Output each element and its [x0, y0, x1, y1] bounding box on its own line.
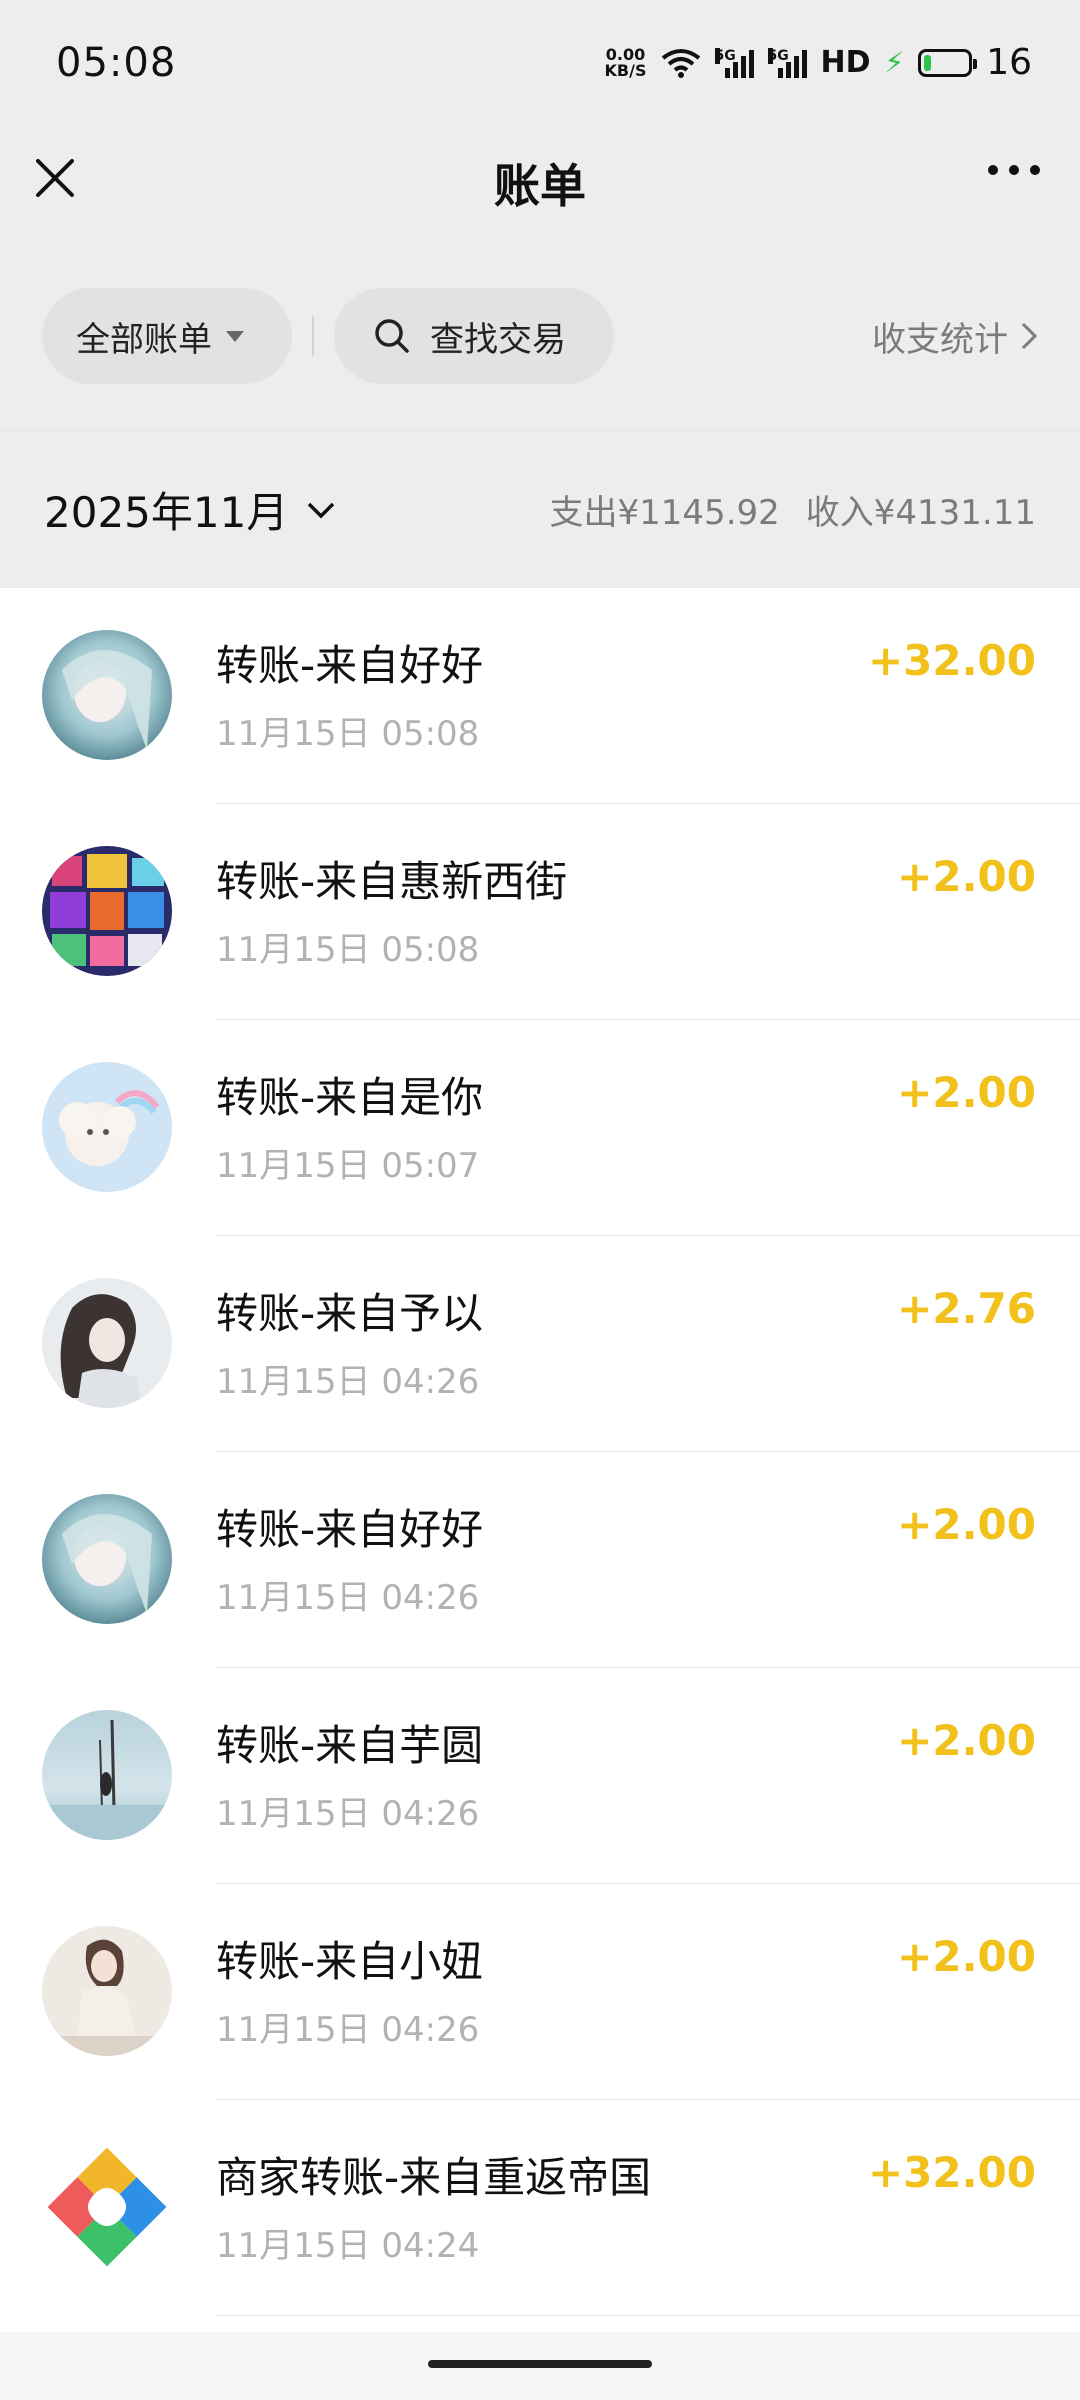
transaction-time: 11月15日 04:24: [216, 2226, 480, 2266]
signal-bar: [793, 55, 799, 78]
page-title: 账单: [494, 158, 586, 213]
transaction-amount: +2.00: [897, 1716, 1036, 1765]
transaction-amount: +2.00: [897, 1068, 1036, 1117]
transaction-row[interactable]: 转账-来自予以 11月15日 04:26 +2.76: [0, 1236, 1080, 1452]
close-icon[interactable]: [30, 153, 80, 203]
avatar: [42, 846, 172, 976]
search-label: 查找交易: [430, 319, 566, 360]
signal-bar: [724, 67, 730, 78]
transaction-amount: +2.76: [897, 1284, 1036, 1333]
transaction-row[interactable]: 转账-来自是你 11月15日 05:07 +2.00: [0, 1020, 1080, 1236]
signal-bar: [748, 49, 754, 78]
transaction-title: 转账-来自小妞: [216, 1937, 484, 1986]
chevron-right-icon: [1021, 322, 1038, 350]
row-divider: [216, 2315, 1080, 2316]
battery-level: 16: [986, 42, 1032, 83]
month-label: 2025年11月: [44, 488, 289, 537]
more-dot: [1009, 165, 1019, 175]
merchant-logo-icon: [42, 2142, 172, 2272]
battery-fill: [924, 54, 931, 71]
search-transactions-button[interactable]: 查找交易: [334, 288, 614, 384]
signal-icon-sim2: 5G: [767, 47, 807, 78]
more-icon[interactable]: [988, 165, 1040, 175]
transaction-time: 11月15日 04:26: [216, 1362, 480, 1402]
gesture-bar-area: [0, 2332, 1080, 2400]
transaction-title: 转账-来自好好: [216, 641, 484, 690]
wifi-icon: [661, 48, 700, 78]
status-bar: 05:08 0.00 KB/S 5G 5G HD ⚡ 16: [0, 0, 1080, 125]
transaction-title: 转账-来自惠新西街: [216, 857, 568, 906]
transaction-row[interactable]: 转账-来自好好 11月15日 05:08 +32.00: [0, 588, 1080, 804]
chevron-down-icon: [308, 502, 335, 518]
month-summary: 支出¥1145.92 收入¥4131.11: [550, 485, 1036, 534]
transaction-amount: +2.00: [897, 1500, 1036, 1549]
search-icon: [375, 319, 409, 353]
transaction-time: 11月15日 04:26: [216, 2010, 480, 2050]
income-total: 收入¥4131.11: [805, 493, 1036, 533]
more-dot: [988, 165, 998, 175]
stats-label: 收支统计: [872, 319, 1008, 360]
signal-bar: [777, 67, 783, 78]
transaction-title: 转账-来自芋圆: [216, 1721, 484, 1770]
transaction-time: 11月15日 04:26: [216, 1578, 480, 1618]
net-speed-indicator: 0.00 KB/S: [604, 46, 647, 80]
income-expense-stats-link[interactable]: 收支统计: [872, 312, 1038, 361]
avatar: [42, 1278, 172, 1408]
triangle-down-icon: [226, 330, 244, 342]
transaction-row[interactable]: 转账-来自惠新西街 11月15日 05:08 +2.00: [0, 804, 1080, 1020]
transaction-row[interactable]: 转账-来自小妞 11月15日 04:26 +2.00: [0, 1884, 1080, 2100]
net-speed-unit: KB/S: [604, 60, 647, 80]
transaction-row[interactable]: 转账-来自芋圆 11月15日 04:26 +2.00: [0, 1668, 1080, 1884]
all-bills-label: 全部账单: [76, 319, 212, 360]
sim1-label: 5G: [714, 47, 736, 64]
transaction-time: 11月15日 05:07: [216, 1146, 480, 1186]
transaction-title: 转账-来自好好: [216, 1505, 484, 1554]
filter-row: 全部账单 查找交易 收支统计: [0, 288, 1080, 384]
transaction-title: 转账-来自予以: [216, 1289, 484, 1338]
avatar: [42, 1494, 172, 1624]
transaction-amount: +2.00: [897, 852, 1036, 901]
transaction-title: 转账-来自是你: [216, 1073, 484, 1122]
transaction-time: 11月15日 04:26: [216, 1794, 480, 1834]
status-time: 05:08: [56, 39, 177, 86]
expense-total: 支出¥1145.92: [549, 493, 780, 533]
signal-bar: [732, 61, 738, 78]
signal-bar: [785, 61, 791, 78]
transaction-amount: +32.00: [867, 636, 1036, 685]
avatar: [42, 1710, 172, 1840]
month-selector[interactable]: 2025年11月: [44, 479, 336, 540]
charging-bolt-icon: ⚡: [884, 46, 905, 79]
avatar: [42, 1926, 172, 2056]
avatar: [42, 630, 172, 760]
sim2-label: 5G: [767, 47, 789, 64]
signal-icon-sim1: 5G: [714, 47, 754, 78]
signal-bar: [801, 49, 807, 78]
more-dot: [1030, 165, 1040, 175]
signal-bar: [740, 55, 746, 78]
transaction-row[interactable]: 商家转账-来自重返帝国 11月15日 04:24 +32.00: [0, 2100, 1080, 2316]
avatar: [42, 1062, 172, 1192]
transaction-row[interactable]: 转账-来自好好 11月15日 04:26 +2.00: [0, 1452, 1080, 1668]
transaction-time: 11月15日 05:08: [216, 930, 480, 970]
transaction-amount: +32.00: [867, 2148, 1036, 2197]
status-icons: 0.00 KB/S 5G 5G HD ⚡ 16: [605, 42, 1032, 83]
transaction-time: 11月15日 05:08: [216, 714, 480, 754]
all-bills-dropdown[interactable]: 全部账单: [42, 288, 292, 384]
battery-icon: [918, 48, 978, 77]
home-indicator[interactable]: [428, 2360, 652, 2368]
month-header: 2025年11月 支出¥1145.92 收入¥4131.11: [0, 430, 1080, 588]
transaction-title: 商家转账-来自重返帝国: [216, 2153, 652, 2202]
filter-separator: [312, 316, 314, 356]
hd-label: HD: [820, 45, 871, 80]
transaction-amount: +2.00: [897, 1932, 1036, 1981]
transaction-list: 转账-来自好好 11月15日 05:08 +32.00 转账-来自惠新西街 11…: [0, 588, 1080, 2332]
nav-bar: 账单: [0, 125, 1080, 240]
